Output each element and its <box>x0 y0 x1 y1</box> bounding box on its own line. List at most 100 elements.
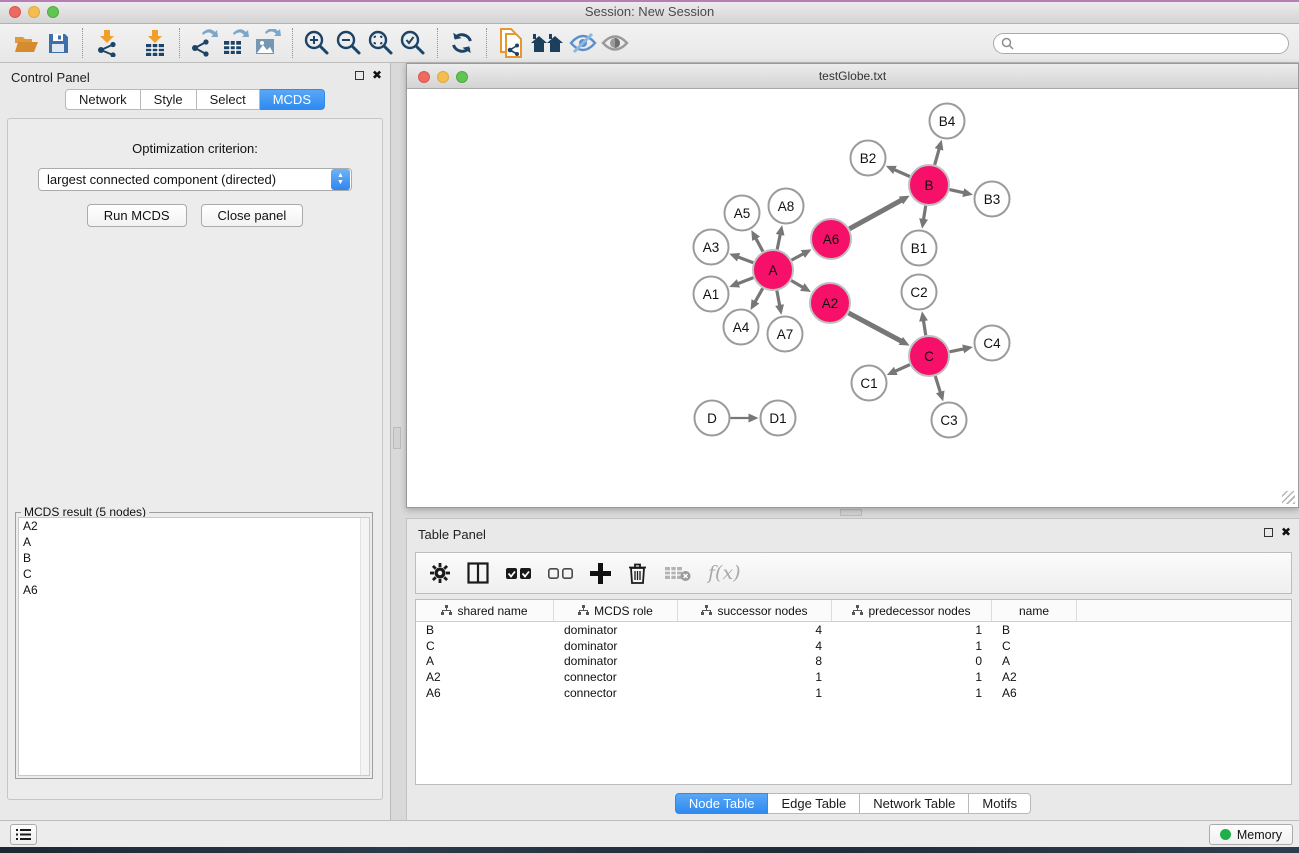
graph-edge-B-B1[interactable] <box>923 206 925 220</box>
export-network-icon[interactable] <box>188 28 220 58</box>
table-cell[interactable]: 1 <box>832 686 992 700</box>
table-cell[interactable]: 1 <box>832 623 992 637</box>
hide-selection-icon[interactable] <box>567 28 599 58</box>
delete-icon[interactable] <box>628 562 647 584</box>
table-cell[interactable]: A2 <box>416 670 554 684</box>
horizontal-splitter-handle[interactable] <box>840 509 862 516</box>
deselect-all-icon[interactable] <box>548 567 573 580</box>
graph-edge-A-A2[interactable] <box>791 281 803 288</box>
copy-network-icon[interactable] <box>495 28 527 58</box>
export-table-icon[interactable] <box>220 28 252 58</box>
graph-edge-A-A8[interactable] <box>777 234 780 249</box>
list-item[interactable]: B <box>19 550 369 566</box>
zoom-out-icon[interactable] <box>333 28 365 58</box>
network-window-titlebar[interactable]: testGlobe.txt <box>407 64 1298 89</box>
graph-edge-C-C3[interactable] <box>935 376 940 393</box>
table-cell[interactable]: C <box>992 639 1077 653</box>
table-cell[interactable]: A <box>992 654 1077 668</box>
resize-grip-icon[interactable] <box>1282 491 1295 504</box>
column-header-name[interactable]: name <box>992 600 1077 621</box>
mcds-result-list[interactable]: A2ABCA6 <box>18 517 370 776</box>
column-header-successor-nodes[interactable]: successor nodes <box>678 600 832 621</box>
scrollbar[interactable] <box>360 518 369 775</box>
table-cell[interactable]: 1 <box>678 670 832 684</box>
search-field[interactable] <box>993 33 1289 54</box>
tab-edge-table[interactable]: Edge Table <box>768 793 860 814</box>
zoom-fit-icon[interactable] <box>365 28 397 58</box>
table-cell[interactable]: A <box>416 654 554 668</box>
add-column-icon[interactable] <box>590 563 611 584</box>
table-row[interactable]: Bdominator41B <box>416 622 1291 638</box>
tab-mcds[interactable]: MCDS <box>260 89 325 110</box>
table-cell[interactable]: 4 <box>678 639 832 653</box>
graph-edge-A2-C[interactable] <box>849 313 902 341</box>
table-row[interactable]: Adominator80A <box>416 654 1291 670</box>
first-neighbors-icon[interactable] <box>527 28 567 58</box>
table-cell[interactable]: 1 <box>832 670 992 684</box>
tab-select[interactable]: Select <box>197 89 260 110</box>
table-row[interactable]: Cdominator41C <box>416 638 1291 654</box>
list-item[interactable]: C <box>19 566 369 582</box>
show-all-icon[interactable] <box>599 28 631 58</box>
column-header-shared-name[interactable]: shared name <box>416 600 554 621</box>
graph-edge-B-B2[interactable] <box>894 170 910 177</box>
table-cell[interactable]: 0 <box>832 654 992 668</box>
graph-edge-A-A4[interactable] <box>755 288 763 302</box>
list-item[interactable]: A2 <box>19 518 369 534</box>
table-cell[interactable]: 1 <box>832 639 992 653</box>
save-session-icon[interactable] <box>42 28 74 58</box>
close-panel-button[interactable]: Close panel <box>201 204 304 227</box>
table-cell[interactable]: A6 <box>416 686 554 700</box>
open-session-icon[interactable] <box>10 28 42 58</box>
criterion-dropdown[interactable]: largest connected component (directed) ▲… <box>38 168 352 191</box>
select-all-icon[interactable] <box>506 567 531 580</box>
memory-button[interactable]: Memory <box>1209 824 1293 845</box>
table-cell[interactable]: 1 <box>678 686 832 700</box>
table-cell[interactable]: dominator <box>554 654 678 668</box>
table-cell[interactable]: 4 <box>678 623 832 637</box>
table-cell[interactable]: dominator <box>554 623 678 637</box>
table-cell[interactable]: 8 <box>678 654 832 668</box>
tab-network-table[interactable]: Network Table <box>860 793 969 814</box>
network-canvas[interactable]: B4B2BB3A8A5A6A3B1AC2A1A2A4A7C4CC1DD1C3 <box>408 90 1297 506</box>
task-history-button[interactable] <box>10 824 37 845</box>
table-cell[interactable]: A2 <box>992 670 1077 684</box>
function-builder-icon[interactable]: f(x) <box>708 562 741 584</box>
tab-network[interactable]: Network <box>65 89 141 110</box>
graph-edge-C-C4[interactable] <box>950 349 965 352</box>
zoom-selected-icon[interactable] <box>397 28 429 58</box>
table-cell[interactable]: connector <box>554 686 678 700</box>
table-cell[interactable]: B <box>992 623 1077 637</box>
vertical-splitter-handle[interactable] <box>393 427 401 449</box>
float-panel-icon[interactable] <box>1264 528 1273 537</box>
import-network-icon[interactable] <box>91 28 123 58</box>
run-mcds-button[interactable]: Run MCDS <box>87 204 187 227</box>
table-cell[interactable]: connector <box>554 670 678 684</box>
graph-edge-A6-B[interactable] <box>849 200 901 229</box>
export-image-icon[interactable] <box>252 28 284 58</box>
list-item[interactable]: A6 <box>19 582 369 598</box>
graph-edge-B-B4[interactable] <box>935 148 940 164</box>
gear-icon[interactable] <box>430 563 450 583</box>
graph-edge-A-A6[interactable] <box>792 254 804 260</box>
zoom-in-icon[interactable] <box>301 28 333 58</box>
table-cell[interactable]: dominator <box>554 639 678 653</box>
table-cell[interactable]: A6 <box>992 686 1077 700</box>
graph-edge-A-A7[interactable] <box>777 291 780 306</box>
graph-edge-A-A1[interactable] <box>738 278 754 284</box>
close-panel-icon[interactable]: ✖ <box>1281 527 1291 537</box>
search-input[interactable] <box>1014 36 1281 50</box>
table-row[interactable]: A6connector11A6 <box>416 685 1291 701</box>
column-header-MCDS-role[interactable]: MCDS role <box>554 600 678 621</box>
float-panel-icon[interactable] <box>355 71 364 80</box>
graph-edge-A-A5[interactable] <box>756 238 763 252</box>
graph-edge-A-A3[interactable] <box>738 257 754 263</box>
delete-table-icon[interactable] <box>664 564 691 582</box>
graph-edge-C-C2[interactable] <box>923 320 925 335</box>
tab-node-table[interactable]: Node Table <box>675 793 769 814</box>
graph-edge-C-C1[interactable] <box>895 365 910 372</box>
import-table-icon[interactable] <box>139 28 171 58</box>
refresh-icon[interactable] <box>446 28 478 58</box>
close-panel-icon[interactable]: ✖ <box>372 70 382 80</box>
table-cell[interactable]: C <box>416 639 554 653</box>
